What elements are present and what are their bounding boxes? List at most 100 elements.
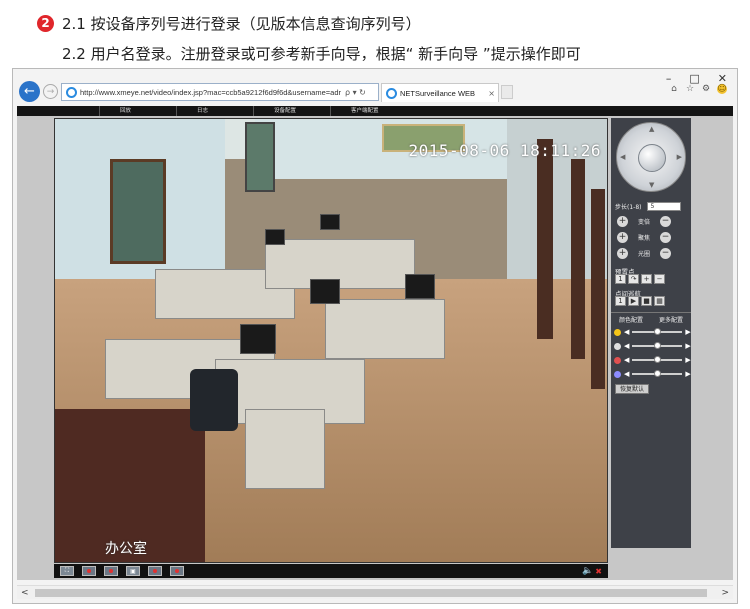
menu-log[interactable]: 日志	[176, 106, 253, 116]
ie-icon	[66, 86, 77, 98]
slider-track[interactable]	[632, 342, 683, 349]
focus-in-button[interactable]: +	[617, 232, 628, 243]
slider-track[interactable]	[632, 328, 683, 335]
ptz-joystick[interactable]: ▲ ▼ ◀ ▶	[616, 122, 686, 192]
address-url[interactable]: http://www.xmeye.net/video/index.jsp?mac…	[80, 88, 342, 97]
video-door-1	[537, 139, 553, 339]
address-bar[interactable]: http://www.xmeye.net/video/index.jsp?mac…	[61, 83, 379, 101]
monitor	[240, 324, 276, 354]
tab-color-config[interactable]: 颜色配置	[611, 313, 651, 324]
slider-decrease-icon[interactable]: ◀	[624, 342, 629, 350]
horizontal-scrollbar[interactable]: < >	[17, 585, 733, 599]
zoom-label: 变倍	[637, 219, 650, 226]
slider-increase-icon[interactable]: ▶	[685, 328, 690, 336]
scroll-right-icon[interactable]: >	[721, 586, 729, 600]
brightness-slider[interactable]: ◀ ▶	[614, 328, 691, 336]
ptz-left-icon[interactable]: ◀	[620, 153, 625, 161]
hue-icon	[614, 370, 621, 378]
scroll-thumb[interactable]	[35, 589, 707, 597]
back-button[interactable]: ←	[19, 81, 40, 102]
slider-increase-icon[interactable]: ▶	[685, 342, 690, 350]
tab-close-button[interactable]: ×	[488, 89, 495, 98]
home-icon[interactable]: ⌂	[669, 84, 679, 94]
tab-title: NETSurveillance WEB	[400, 88, 476, 98]
slider-track[interactable]	[632, 356, 683, 363]
snapshot-icon[interactable]: ▣	[126, 566, 140, 576]
speaker-icon[interactable]: 🔈	[582, 566, 593, 576]
browser-tab[interactable]: NETSurveillance WEB ×	[381, 83, 499, 102]
talk-icon[interactable]	[148, 566, 162, 576]
cubicle	[325, 299, 445, 359]
playback-icon[interactable]	[170, 566, 184, 576]
slider-thumb[interactable]	[653, 328, 661, 335]
top-menu: 回放 日志 设备配置 客户端配置	[17, 106, 733, 116]
slider-thumb[interactable]	[653, 370, 661, 377]
slider-decrease-icon[interactable]: ◀	[624, 370, 629, 378]
cubicle	[245, 409, 325, 489]
slider-thumb[interactable]	[653, 356, 661, 363]
instruction-line-1: 2 2.1 按设备序列号进行登录（见版本信息查询序列号）	[37, 12, 581, 34]
video-door-2	[571, 159, 585, 359]
video-feed[interactable]: 2015-08-06 18:11:26 办公室	[54, 118, 608, 563]
slider-decrease-icon[interactable]: ◀	[624, 328, 629, 336]
cruise-play-icon[interactable]: ▶	[628, 296, 639, 306]
surveillance-app: 回放 日志 设备配置 客户端配置 2015-08-06 18:11:26 办公室…	[17, 106, 733, 580]
hue-slider[interactable]: ◀ ▶	[614, 370, 691, 378]
browser-navbar: ← → http://www.xmeye.net/video/index.jsp…	[13, 81, 737, 105]
reset-default-button[interactable]: 恢复默认	[615, 384, 650, 394]
zoom-in-button[interactable]: +	[617, 216, 628, 227]
saturation-icon	[614, 356, 621, 364]
gear-icon[interactable]: ⚙	[701, 84, 711, 94]
preset-add-icon[interactable]: +	[641, 274, 652, 284]
preset-remove-icon[interactable]: −	[654, 274, 665, 284]
cruise-number[interactable]: 1	[615, 296, 626, 306]
forward-button[interactable]: →	[43, 84, 58, 99]
config-tabs: 颜色配置 更多配置	[611, 312, 691, 324]
zoom-out-button[interactable]: −	[660, 216, 671, 227]
iris-close-button[interactable]: −	[660, 248, 671, 259]
video-door-3	[591, 189, 605, 389]
slider-increase-icon[interactable]: ▶	[685, 370, 690, 378]
menu-device-config[interactable]: 设备配置	[253, 106, 330, 116]
record-all-icon[interactable]	[104, 566, 118, 576]
menu-playback[interactable]: 回放	[99, 106, 176, 116]
mute-icon[interactable]: ✖	[595, 567, 602, 576]
back-arrow-icon: ←	[24, 84, 35, 99]
menu-client-config[interactable]: 客户端配置	[330, 106, 407, 116]
ptz-center-knob[interactable]	[638, 144, 666, 172]
iris-open-button[interactable]: +	[617, 248, 628, 259]
address-controls[interactable]: ρ ▾ ↻	[345, 88, 366, 97]
iris-row: + 光圈 −	[617, 248, 671, 259]
saturation-slider[interactable]: ◀ ▶	[614, 356, 691, 364]
slider-thumb[interactable]	[653, 342, 661, 349]
tab-more-config[interactable]: 更多配置	[651, 313, 691, 324]
step-select[interactable]: 5	[647, 202, 682, 211]
focus-out-button[interactable]: −	[660, 232, 671, 243]
browser-window: – □ ✕ ← → http://www.xmeye.net/video/ind…	[12, 68, 738, 604]
instruction-text-1: 2.1 按设备序列号进行登录（见版本信息查询序列号）	[62, 14, 421, 33]
browser-tool-icons: ⌂ ☆ ⚙ ☺	[669, 84, 727, 94]
scroll-left-icon[interactable]: <	[21, 586, 29, 600]
star-icon[interactable]: ☆	[685, 84, 695, 94]
brightness-icon	[614, 328, 621, 336]
cruise-grid-icon[interactable]: ▦	[654, 296, 665, 306]
preset-goto-icon[interactable]: ↷	[628, 274, 639, 284]
volume-control[interactable]: 🔈 ✖	[582, 566, 602, 576]
monitor	[405, 274, 435, 299]
ptz-up-icon[interactable]: ▲	[649, 125, 654, 133]
ptz-panel: ▲ ▼ ◀ ▶ 步长(1-8) 5 + 变倍 − + 聚焦 − + 光圈 − 预…	[611, 118, 691, 548]
ptz-right-icon[interactable]: ▶	[677, 153, 682, 161]
slider-increase-icon[interactable]: ▶	[685, 356, 690, 364]
step-row: 步长(1-8) 5	[615, 202, 682, 211]
video-window-2	[245, 122, 275, 192]
smiley-icon[interactable]: ☺	[717, 84, 727, 94]
contrast-slider[interactable]: ◀ ▶	[614, 342, 691, 350]
new-tab-button[interactable]	[501, 85, 513, 99]
cruise-stop-icon[interactable]: ■	[641, 296, 652, 306]
record-icon[interactable]	[82, 566, 96, 576]
slider-track[interactable]	[632, 370, 683, 377]
slider-decrease-icon[interactable]: ◀	[624, 356, 629, 364]
ptz-down-icon[interactable]: ▼	[649, 181, 654, 189]
fullscreen-icon[interactable]: ⛶	[60, 566, 74, 576]
preset-number[interactable]: 1	[615, 274, 626, 284]
